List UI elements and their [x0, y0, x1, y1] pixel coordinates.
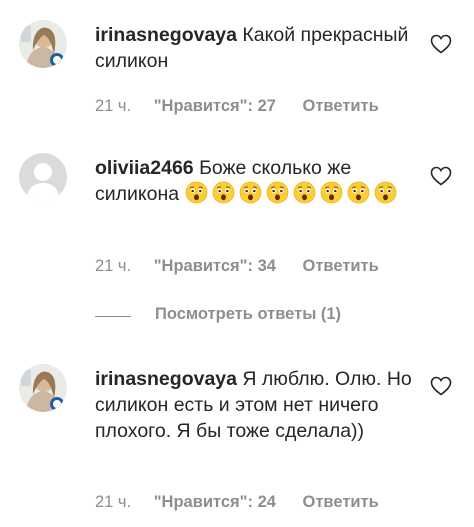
astonished-face-icon	[239, 181, 261, 204]
astonished-face-icon	[185, 181, 207, 204]
comment-meta: 21 ч. "Нравится": 27 Ответить	[95, 96, 379, 116]
reply-button[interactable]: Ответить	[303, 96, 379, 116]
heart-outline-icon[interactable]	[430, 166, 452, 186]
astonished-face-icon	[374, 181, 396, 204]
astonished-face-icon	[293, 181, 315, 204]
comment-text: irinasnegovaya Я люблю. Олю. Но силикон …	[95, 366, 415, 444]
username[interactable]: oliviia2466	[95, 157, 194, 179]
reply-button[interactable]: Ответить	[303, 492, 379, 512]
divider-line	[95, 316, 131, 317]
avatar[interactable]	[19, 20, 67, 68]
view-replies-label[interactable]: Посмотреть ответы (1)	[155, 305, 341, 324]
avatar[interactable]	[19, 364, 67, 412]
heart-outline-icon[interactable]	[430, 376, 452, 396]
timestamp[interactable]: 21 ч.	[95, 492, 131, 512]
likes-count[interactable]: "Нравится": 24	[154, 492, 276, 512]
heart-outline-icon[interactable]	[430, 34, 452, 54]
username[interactable]: irinasnegovaya	[95, 24, 237, 46]
comment-text: irinasnegovaya Какой прекрасный силикон	[95, 22, 415, 74]
reply-button[interactable]: Ответить	[303, 256, 379, 276]
comment-meta: 21 ч. "Нравится": 24 Ответить	[95, 492, 379, 512]
astonished-face-icon	[212, 181, 234, 204]
astonished-face-icon	[347, 181, 369, 204]
timestamp[interactable]: 21 ч.	[95, 96, 131, 116]
comment-meta: 21 ч. "Нравится": 34 Ответить	[95, 256, 379, 276]
avatar[interactable]	[19, 153, 67, 201]
likes-count[interactable]: "Нравится": 34	[154, 256, 276, 276]
emoji-row	[185, 181, 401, 205]
timestamp[interactable]: 21 ч.	[95, 256, 131, 276]
likes-count[interactable]: "Нравится": 27	[154, 96, 276, 116]
astonished-face-icon	[266, 181, 288, 204]
comment-text: oliviia2466 Боже сколько же силикона	[95, 155, 415, 207]
astonished-face-icon	[320, 181, 342, 204]
username[interactable]: irinasnegovaya	[95, 368, 237, 390]
